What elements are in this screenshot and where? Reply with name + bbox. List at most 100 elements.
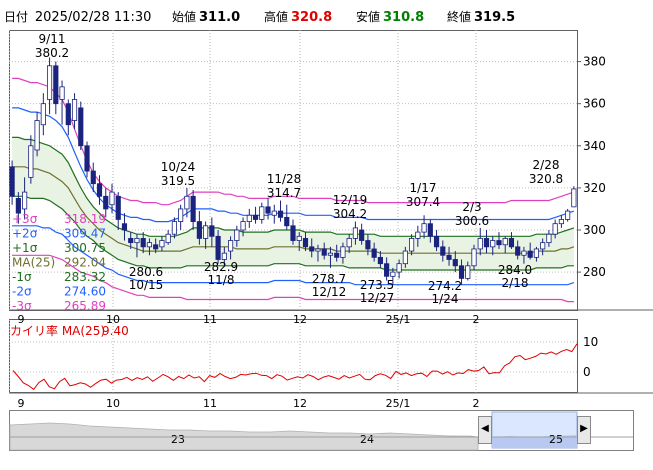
legend-label: +3σ xyxy=(12,212,38,226)
main-x-tick-label: 12 xyxy=(293,313,307,326)
candle-body xyxy=(321,248,327,256)
deviation-x-tick-label: 10 xyxy=(106,397,120,410)
deviation-x-tick-label: 25/1 xyxy=(386,397,411,410)
candle-body xyxy=(515,246,521,256)
candle-body xyxy=(483,238,490,248)
candle-body xyxy=(190,195,196,222)
annotation-date: 12/19 xyxy=(333,193,368,207)
deviation-x-tick-label: 2 xyxy=(473,397,480,410)
chevron-right-icon: ▶ xyxy=(580,423,588,434)
candle-body xyxy=(271,210,277,216)
stock-chart: 280 300 320 340 360 380 9/11380.2 10/24319.5 280… xyxy=(9,30,653,451)
main-x-tick-label: 11 xyxy=(203,313,217,326)
annotation-value: 300.6 xyxy=(455,214,489,228)
candle-body xyxy=(203,225,209,239)
price-annotation: 2/3300.6 xyxy=(455,200,489,228)
candle-body xyxy=(196,221,202,239)
candle-body xyxy=(178,208,184,222)
candle-body xyxy=(159,240,165,248)
plus2-sigma-line xyxy=(12,107,575,223)
annotation-date: 10/24 xyxy=(161,160,196,174)
candle-body xyxy=(209,225,215,237)
price-annotation: 274.21/24 xyxy=(428,279,462,306)
price-annotation: 11/28314.7 xyxy=(267,172,302,200)
annotation-date: 12/27 xyxy=(360,291,395,305)
candle-body xyxy=(34,120,40,151)
candle-body xyxy=(409,238,415,252)
legend-value: 300.75 xyxy=(64,241,106,255)
main-x-tick-label: 2 xyxy=(473,313,480,326)
candle-body xyxy=(421,223,427,233)
candle-body xyxy=(490,240,496,248)
candle-body xyxy=(533,248,540,258)
candle-body xyxy=(234,229,240,241)
candle-body xyxy=(296,235,302,241)
candle-body xyxy=(65,103,71,126)
candle-body xyxy=(334,252,340,258)
candle-body xyxy=(327,252,334,256)
main-y-tick-label: 320 xyxy=(583,181,606,195)
candle-body xyxy=(540,242,546,250)
annotation-date: 12/12 xyxy=(312,285,347,299)
price-annotation: 278.712/12 xyxy=(312,272,347,299)
legend-label: MA(25) xyxy=(12,256,55,270)
candle-body xyxy=(153,244,159,250)
main-y-tick-label: 340 xyxy=(583,139,606,153)
price-annotation: 284.02/18 xyxy=(498,263,532,290)
candle-body xyxy=(377,256,383,265)
annotation-value: 282.9 xyxy=(204,260,238,274)
candle-body xyxy=(121,223,128,231)
candle-body xyxy=(252,214,259,220)
candle-body xyxy=(284,216,290,227)
candle-body xyxy=(96,183,103,197)
candle-body xyxy=(359,229,365,241)
main-y-tick-label: 300 xyxy=(583,223,606,237)
legend-label: -2σ xyxy=(12,285,32,299)
candle-body xyxy=(315,248,321,252)
candle-body xyxy=(546,233,552,244)
annotation-date: 2/28 xyxy=(533,158,560,172)
deviation-line xyxy=(12,343,578,391)
legend-value: 274.60 xyxy=(64,285,106,299)
candle-body xyxy=(103,195,109,210)
candle-body xyxy=(309,246,315,252)
deviation-x-tick-label: 12 xyxy=(293,397,307,410)
candle-body xyxy=(28,145,34,178)
candle-body xyxy=(71,99,78,121)
candle-body xyxy=(240,221,246,231)
candle-body xyxy=(165,233,171,244)
deviation-legend-value: 9.40 xyxy=(102,324,129,338)
candle-body xyxy=(396,263,402,273)
candle-body xyxy=(215,235,221,260)
candle-body xyxy=(128,238,134,244)
candle-body xyxy=(496,240,502,246)
deviation-legend-label: カイリ率 MA(25) xyxy=(10,323,105,338)
legend-label: +2σ xyxy=(12,227,38,241)
candle-body xyxy=(477,238,483,250)
navigator-year-label: 24 xyxy=(360,433,374,446)
legend-value: 265.89 xyxy=(64,299,106,313)
legend-value: 318.19 xyxy=(64,212,106,226)
price-annotation: 2/28320.8 xyxy=(529,158,563,186)
main-y-tick-label: 380 xyxy=(583,55,606,69)
price-annotation: 1/17307.4 xyxy=(406,181,440,209)
candle-body xyxy=(352,227,359,239)
annotation-date: 1/24 xyxy=(432,292,459,306)
candle-body xyxy=(302,238,309,248)
legend-value: 292.04 xyxy=(64,256,106,270)
main-y-tick-label: 280 xyxy=(583,265,606,279)
price-annotation: 280.610/15 xyxy=(129,265,164,292)
price-annotation: 12/19304.2 xyxy=(333,193,368,221)
annotation-value: 278.7 xyxy=(312,272,346,286)
candle-body xyxy=(40,103,46,126)
candle-body xyxy=(552,223,558,235)
candle-body xyxy=(227,240,234,252)
scroll-right-button[interactable]: ▶ xyxy=(577,416,591,444)
candle-body xyxy=(452,259,458,267)
annotation-date: 9/11 xyxy=(39,32,66,46)
candle-body xyxy=(259,206,265,220)
candle-body xyxy=(290,225,296,241)
scroll-left-button[interactable]: ◀ xyxy=(478,416,492,444)
annotation-date: 1/17 xyxy=(410,181,437,195)
candle-body xyxy=(565,210,571,220)
